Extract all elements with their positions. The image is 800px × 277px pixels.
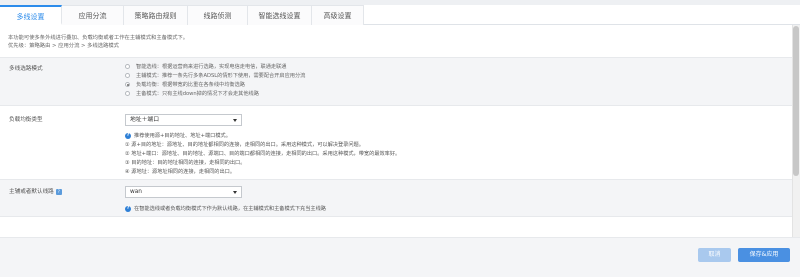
route-mode-label: 多线选路模式 — [9, 66, 43, 72]
default-line-label-wrap: 主辅或者默认线路? — [9, 187, 62, 195]
balance-line-1: ① 源+目的地址：源地址、目的地址都相同的连接，走相同的出口。采用这种模式，可以… — [125, 142, 364, 148]
route-option-label: 负载均衡：根据带宽的比重在各条线中均衡选路 — [136, 81, 245, 88]
balance-type-label: 负载均衡类型 — [9, 117, 43, 123]
default-line-value: wan — [130, 189, 142, 195]
save-apply-button[interactable]: 保存&应用 — [738, 248, 790, 262]
scrollbar-thumb[interactable] — [793, 26, 799, 176]
default-line-hint-text: 在智能选线或者负载均衡模式下作为默认线路，在主辅模式和主备模式下充当主线路 — [134, 206, 326, 212]
default-line-label: 主辅或者默认线路 — [9, 189, 54, 195]
default-line-hint: ? 在智能选线或者负载均衡模式下作为默认线路，在主辅模式和主备模式下充当主线路 — [125, 205, 326, 212]
tab-bar: 多线设置 应用分流 策略路由规则 线路侦测 智能选线设置 高级设置 — [0, 5, 800, 25]
balance-line-3: ③ 目的地址：目的地址相同的连接，走相同的出口。 — [125, 160, 246, 166]
chevron-down-icon — [233, 191, 237, 194]
default-line-panel — [0, 179, 792, 217]
route-option-primary-secondary[interactable]: 主辅模式：推荐一条先行多条ADSL的情形下使用，需要配合开启应用分流 — [125, 71, 305, 79]
radio-primary-secondary[interactable] — [125, 72, 130, 78]
info-icon: ? — [125, 205, 131, 212]
tab-multi-line-settings[interactable]: 多线设置 — [0, 5, 62, 25]
route-option-label: 主辅模式：推荐一条先行多条ADSL的情形下使用，需要配合开启应用分流 — [136, 72, 306, 79]
tab-smart-line-settings[interactable]: 智能选线设置 — [248, 5, 312, 25]
tab-policy-routing[interactable]: 策略路由规则 — [124, 5, 188, 25]
balance-type-select[interactable]: 地址＋端口 — [125, 114, 242, 126]
intro-description: 本功能可使多条外线进行叠加、负载均衡或者工作在主辅模式和主备模式下。 — [8, 35, 189, 41]
route-option-label: 智能选线：根据运营商来进行选路，实现电信走电信，联通走联通 — [136, 63, 287, 70]
route-option-load-balance[interactable]: 负载均衡：根据带宽的比重在各条线中均衡选路 — [125, 80, 245, 88]
cancel-button[interactable]: 取消 — [698, 248, 731, 262]
balance-line-4: ④ 源地址：源地址相同的连接，走相同的出口。 — [125, 169, 236, 175]
default-line-select[interactable]: wan — [125, 186, 242, 198]
tab-line-detection[interactable]: 线路侦测 — [188, 5, 248, 25]
route-option-backup[interactable]: 主备模式：只有主线down掉的情况下才会走其他线路 — [125, 89, 259, 97]
tab-advanced-settings[interactable]: 高级设置 — [312, 5, 364, 25]
route-option-smart[interactable]: 智能选线：根据运营商来进行选路，实现电信走电信，联通走联通 — [125, 62, 286, 70]
help-icon[interactable]: ? — [55, 188, 62, 195]
info-icon: ? — [125, 132, 131, 139]
chevron-down-icon — [233, 119, 237, 122]
radio-load-balance[interactable] — [125, 81, 130, 87]
radio-smart[interactable] — [125, 63, 130, 69]
balance-type-value: 地址＋端口 — [130, 117, 159, 123]
balance-type-hint-text: 推荐使用源+目的地址、地址+端口模式。 — [134, 133, 231, 139]
radio-backup[interactable] — [125, 90, 130, 96]
footer-bar: 取消 保存&应用 — [0, 237, 800, 277]
tab-app-split[interactable]: 应用分流 — [62, 5, 124, 25]
route-mode-panel — [0, 57, 792, 106]
balance-line-2: ② 地址+端口：源地址、目的地址、源端口、目的端口都相同的连接，走相同的出口。采… — [125, 151, 401, 157]
priority-text: 优先级：策略路由 > 应用分流 > 多线选路模式 — [8, 43, 119, 49]
route-option-label: 主备模式：只有主线down掉的情况下才会走其他线路 — [136, 90, 259, 97]
balance-type-hint: ? 推荐使用源+目的地址、地址+端口模式。 — [125, 132, 231, 139]
